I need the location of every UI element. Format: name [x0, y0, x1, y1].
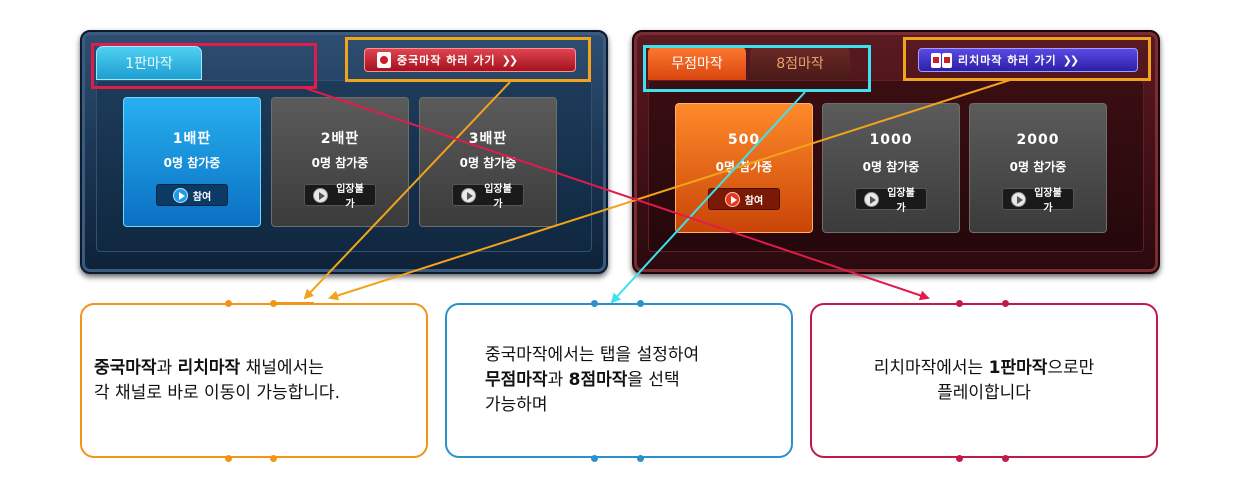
- callout-channel-switch: 중국마작과 리치마작 채널에서는 각 채널로 바로 이동이 가능합니다.: [80, 303, 428, 458]
- text: 리치마작에서는: [873, 357, 989, 378]
- border-dot: [270, 455, 277, 462]
- border-dot: [225, 455, 232, 462]
- border-dot: [225, 300, 232, 307]
- border-dot: [591, 455, 598, 462]
- arrow-goto-chinese-to-callout: [303, 81, 511, 300]
- text: 으로만: [1047, 357, 1095, 378]
- callout-line: 리치마작에서는 1판마작으로만: [874, 356, 1095, 381]
- callout-line: 무점마작과 8점마작을 선택: [485, 368, 699, 393]
- text: 과: [156, 357, 178, 378]
- border-dot: [270, 300, 277, 307]
- text: 과: [547, 370, 569, 390]
- border-dot: [956, 300, 963, 307]
- callout-line: 플레이합니다: [937, 382, 1031, 403]
- arrow-tabs-to-callout: [610, 91, 806, 304]
- bold-1pan-mahjong: 1판마작: [988, 357, 1048, 378]
- callout-line: 중국마작과 리치마작 채널에서는: [94, 356, 340, 381]
- text: 을 선택: [627, 370, 680, 390]
- border-dot: [637, 300, 644, 307]
- callout-riichi-only: 리치마작에서는 1판마작으로만 플레이합니다: [810, 303, 1158, 458]
- callout-line: 가능하며: [485, 395, 548, 415]
- bold-8jeom-mahjong: 8점마작: [568, 370, 628, 390]
- bold-riichi-mahjong: 리치마작: [177, 357, 241, 378]
- border-dot: [956, 455, 963, 462]
- callout-line: 중국마작에서는 탭을 설정하여: [485, 345, 700, 365]
- arrow-1pan-tab-to-callout: [304, 87, 930, 301]
- border-dot: [591, 300, 598, 307]
- callout-tab-select: 중국마작에서는 탭을 설정하여 무점마작과 8점마작을 선택 가능하며: [445, 303, 793, 458]
- border-dot: [1002, 455, 1009, 462]
- arrow-goto-riichi-to-callout: [328, 79, 1011, 301]
- border-segment: [274, 302, 314, 304]
- text: 채널에서는: [240, 357, 324, 378]
- border-dot: [637, 455, 644, 462]
- bold-mujeom-mahjong: 무점마작: [485, 370, 548, 390]
- callout-line: 각 채널로 바로 이동이 가능합니다.: [94, 382, 340, 403]
- border-dot: [1002, 300, 1009, 307]
- bold-chinese-mahjong: 중국마작: [94, 357, 157, 378]
